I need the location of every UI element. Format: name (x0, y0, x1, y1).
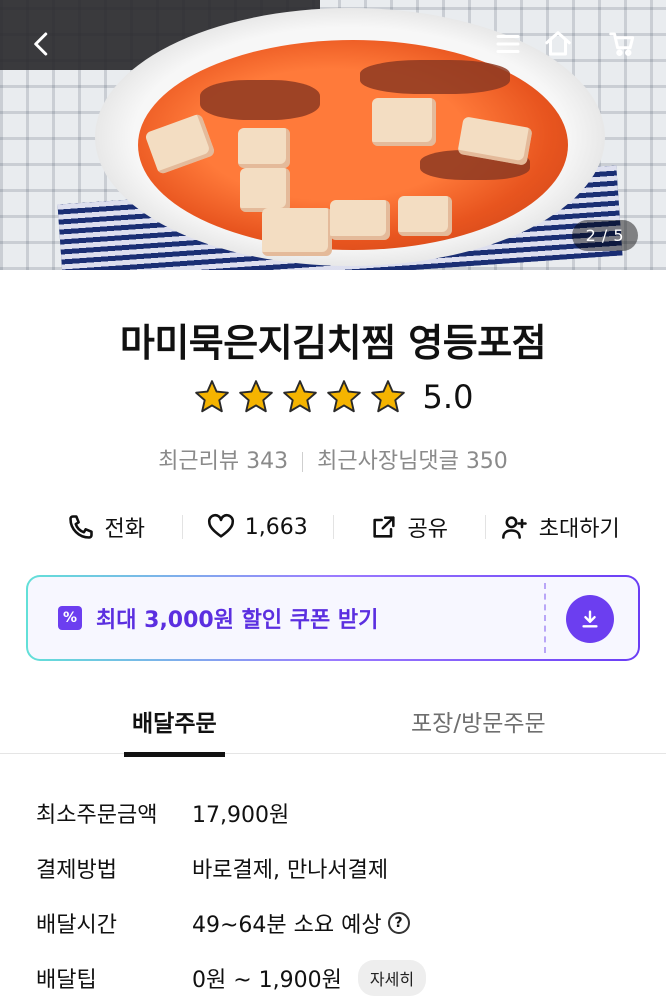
back-arrow-icon (34, 32, 48, 56)
info-row-payment: 결제방법 바로결제, 만나서결제 (36, 840, 636, 895)
like-count: 1,663 (244, 514, 308, 540)
detail-button[interactable]: 자세히 (357, 959, 427, 996)
hero-tofu (330, 200, 390, 240)
hero-image[interactable]: 2 / 5 (0, 0, 666, 270)
info-value: 49~64분 소요 예상 (192, 912, 382, 938)
download-icon (582, 610, 598, 628)
coupon-text: 최대 3,000원 할인 쿠폰 받기 (96, 608, 379, 633)
tab-delivery[interactable]: 배달주문 (124, 704, 225, 757)
share-button[interactable]: 공유 (333, 505, 485, 549)
share-icon (372, 516, 395, 538)
back-button[interactable] (22, 24, 62, 64)
add-user-icon (501, 516, 527, 539)
coupon-banner[interactable]: % 최대 3,000원 할인 쿠폰 받기 (26, 575, 640, 661)
phone-icon (68, 515, 93, 539)
delivery-info: 최소주문금액 17,900원 결제방법 바로결제, 만나서결제 배달시간 49~… (36, 785, 636, 1005)
tab-pickup[interactable]: 포장/방문주문 (411, 704, 546, 738)
divider (302, 452, 304, 472)
info-value: 바로결제, 만나서결제 (192, 857, 389, 883)
star-icon (238, 380, 273, 413)
info-value: 0원 ~ 1,900원 (192, 967, 342, 993)
call-label: 전화 (104, 517, 145, 542)
hero-meat (200, 80, 320, 120)
home-button[interactable] (538, 24, 578, 64)
hero-tofu (238, 128, 290, 168)
help-icon[interactable]: ? (387, 911, 410, 934)
recent-reviews-link[interactable]: 최근리뷰 343 (158, 449, 288, 474)
info-label: 결제방법 (36, 857, 117, 883)
info-value-wrap: 0원 ~ 1,900원 자세히 (192, 959, 427, 996)
home-icon (545, 31, 571, 56)
action-bar: 전화 1,663 공유 초대하기 (30, 505, 636, 549)
star-icon (326, 380, 361, 413)
hero-tofu (398, 196, 452, 236)
image-counter: 2 / 5 (571, 220, 638, 251)
rating-row: 5.0 (0, 378, 666, 416)
invite-label: 초대하기 (538, 517, 620, 542)
menu-button[interactable] (488, 24, 528, 64)
star-icon (370, 380, 405, 413)
hero-tofu (372, 98, 436, 146)
order-tabs: 배달주문 포장/방문주문 (0, 690, 666, 757)
discount-coupon-icon: % (58, 606, 82, 630)
info-row-delivery-time: 배달시간 49~64분 소요 예상 ? (36, 895, 636, 950)
hero-tofu (240, 168, 290, 212)
hamburger-menu-icon (496, 35, 520, 53)
star-icon (194, 380, 229, 413)
hero-meat (360, 60, 510, 94)
info-label: 최소주문금액 (36, 802, 158, 828)
info-row-min-order: 최소주문금액 17,900원 (36, 785, 636, 840)
rating-value: 5.0 (422, 378, 474, 416)
info-label: 배달팁 (36, 967, 97, 993)
coupon-divider (544, 583, 546, 653)
store-name: 마미묵은지김치찜 영등포점 (119, 321, 547, 365)
review-stats: 최근리뷰 343 최근사장님댓글 350 (0, 443, 666, 475)
like-button[interactable]: 1,663 (181, 505, 334, 549)
hero-tofu (262, 208, 332, 256)
coupon-main[interactable]: % 최대 3,000원 할인 쿠폰 받기 (28, 577, 544, 659)
cart-button[interactable] (602, 24, 642, 64)
info-row-delivery-tip: 배달팁 0원 ~ 1,900원 자세히 (36, 950, 636, 1005)
call-button[interactable]: 전화 (30, 505, 182, 549)
star-icon (282, 380, 317, 413)
info-label: 배달시간 (36, 912, 117, 938)
info-value-wrap: 49~64분 소요 예상 ? (192, 907, 410, 939)
coupon-download-button[interactable] (566, 595, 614, 643)
share-label: 공유 (407, 517, 448, 542)
heart-icon (207, 513, 234, 538)
cart-icon (609, 32, 635, 57)
owner-replies-link[interactable]: 최근사장님댓글 350 (317, 449, 508, 474)
invite-button[interactable]: 초대하기 (484, 505, 637, 549)
info-value: 17,900원 (192, 802, 290, 828)
